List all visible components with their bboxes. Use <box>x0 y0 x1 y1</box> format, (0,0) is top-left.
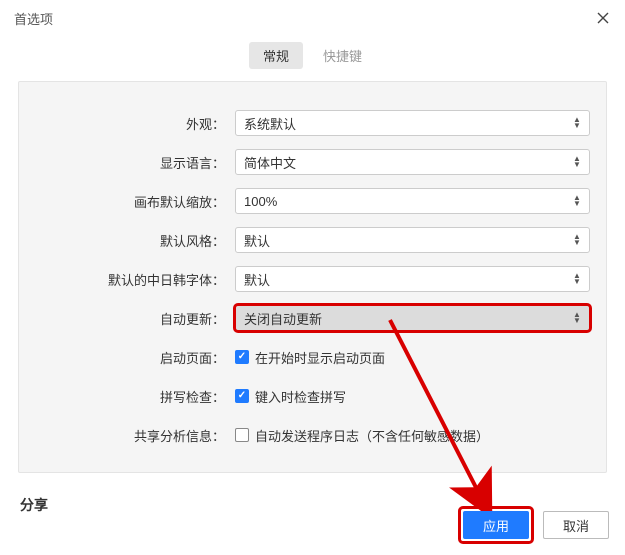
analytics-checkbox[interactable] <box>235 428 249 442</box>
stepper-icon: ▲▼ <box>573 228 583 252</box>
start-page-checkbox[interactable] <box>235 350 249 364</box>
language-value: 简体中文 <box>244 153 296 172</box>
stepper-icon: ▲▼ <box>573 267 583 291</box>
apply-highlight: 应用 <box>461 509 531 541</box>
cjk-font-value: 默认 <box>244 270 270 289</box>
language-label: 显示语言： <box>35 153 235 172</box>
analytics-text: 自动发送程序日志（不含任何敏感数据） <box>255 426 489 445</box>
apply-button[interactable]: 应用 <box>463 511 529 539</box>
auto-update-label: 自动更新： <box>35 309 235 328</box>
zoom-select[interactable]: 100% ▲▼ <box>235 188 590 214</box>
style-value: 默认 <box>244 231 270 250</box>
style-label: 默认风格： <box>35 231 235 250</box>
tab-shortcuts[interactable]: 快捷键 <box>309 42 376 69</box>
language-select[interactable]: 简体中文 ▲▼ <box>235 149 590 175</box>
cjk-font-select[interactable]: 默认 ▲▼ <box>235 266 590 292</box>
style-select[interactable]: 默认 ▲▼ <box>235 227 590 253</box>
cancel-button[interactable]: 取消 <box>543 511 609 539</box>
cjk-font-label: 默认的中日韩字体： <box>35 270 235 289</box>
zoom-label: 画布默认缩放： <box>35 192 235 211</box>
auto-update-value: 关闭自动更新 <box>244 309 322 328</box>
auto-update-select[interactable]: 关闭自动更新 ▲▼ <box>235 305 590 331</box>
stepper-icon: ▲▼ <box>573 111 583 135</box>
start-page-text: 在开始时显示启动页面 <box>255 348 385 367</box>
appearance-value: 系统默认 <box>244 114 296 133</box>
spell-check-checkbox[interactable] <box>235 389 249 403</box>
tab-general[interactable]: 常规 <box>249 42 303 69</box>
general-panel: 外观： 系统默认 ▲▼ 显示语言： 简体中文 ▲▼ 画布默认缩放： 100% ▲… <box>18 81 607 473</box>
start-page-label: 启动页面： <box>35 348 235 367</box>
appearance-select[interactable]: 系统默认 ▲▼ <box>235 110 590 136</box>
stepper-icon: ▲▼ <box>573 306 583 330</box>
tab-bar: 常规 快捷键 <box>0 42 625 69</box>
zoom-value: 100% <box>244 194 277 209</box>
spell-check-label: 拼写检查： <box>35 387 235 406</box>
spell-check-text: 键入时检查拼写 <box>255 387 346 406</box>
appearance-label: 外观： <box>35 114 235 133</box>
stepper-icon: ▲▼ <box>573 150 583 174</box>
close-icon[interactable] <box>595 10 611 26</box>
window-title: 首选项 <box>14 9 53 28</box>
stepper-icon: ▲▼ <box>573 189 583 213</box>
analytics-label: 共享分析信息： <box>35 426 235 445</box>
